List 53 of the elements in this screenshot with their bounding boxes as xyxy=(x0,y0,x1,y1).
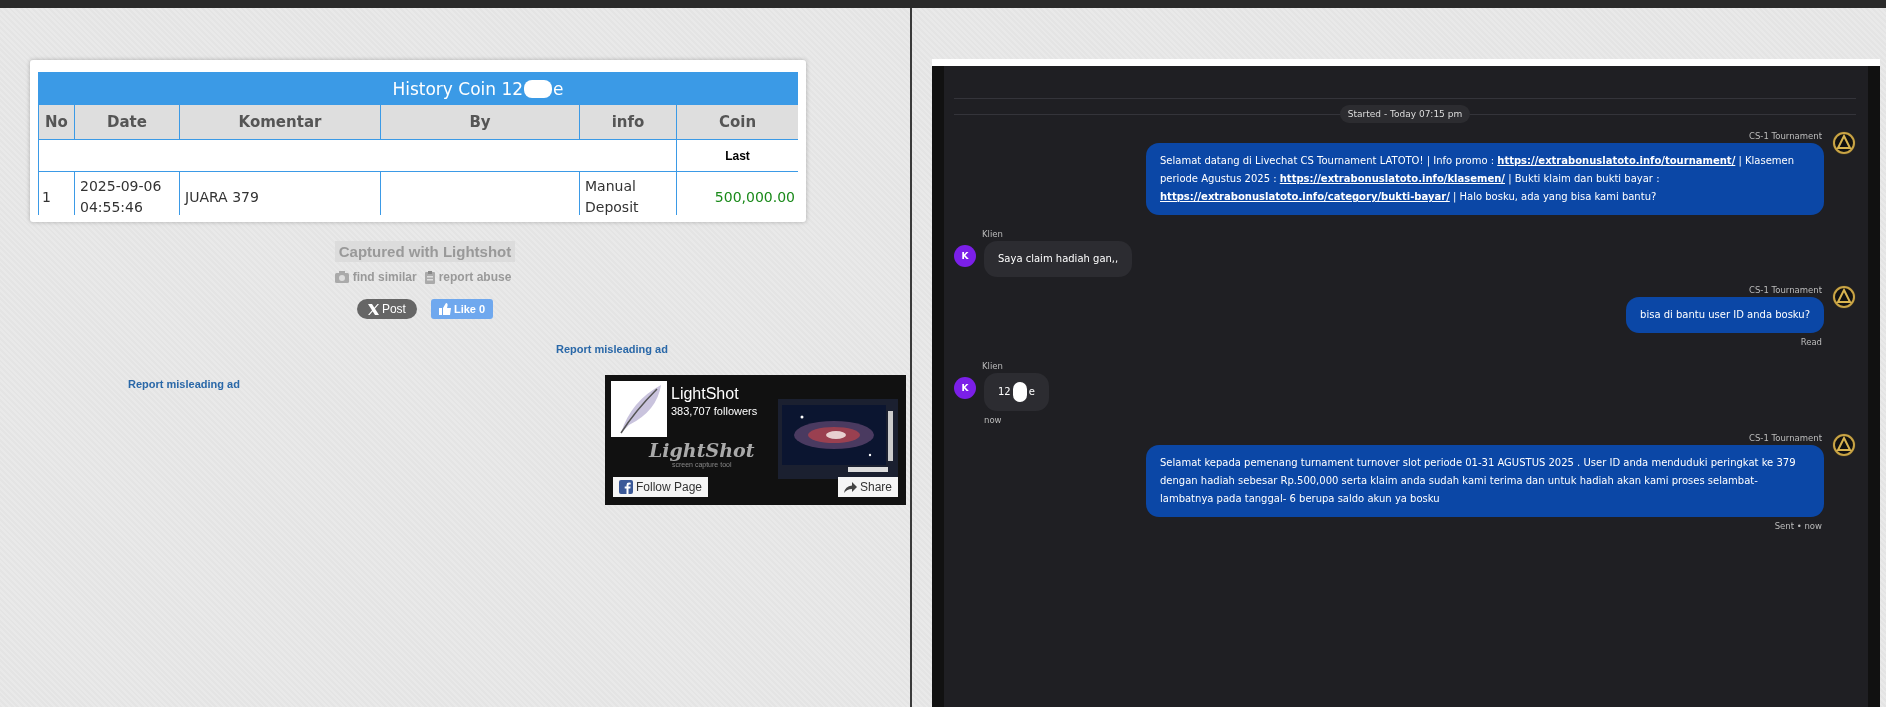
message-status: Read xyxy=(1800,337,1822,347)
column-header: Komentar xyxy=(180,105,381,140)
column-header: info xyxy=(580,105,677,140)
post-button[interactable]: Post xyxy=(356,299,417,319)
logo-text: LightShot xyxy=(649,439,755,461)
message-status: now xyxy=(984,415,1003,425)
page-name-link[interactable]: LightShot xyxy=(671,385,758,403)
session-started-label: Started - Today 07:15 pm xyxy=(1339,105,1471,123)
x-logo-icon xyxy=(367,303,379,315)
message-link[interactable]: https://extrabonuslatoto.info/category/bukti-bayar/ xyxy=(1160,191,1450,202)
column-header: By xyxy=(381,105,580,140)
column-header: Date xyxy=(75,105,180,140)
sender-name: CS-1 Tournament xyxy=(1749,131,1822,141)
table-cell: Manual Deposit xyxy=(580,172,677,215)
feather-logo-icon xyxy=(611,381,667,437)
sender-name: CS-1 Tournament xyxy=(1749,285,1822,295)
share-arrow-icon xyxy=(843,481,857,493)
report-ad-link[interactable]: Report misleading ad xyxy=(128,378,240,390)
message-link[interactable]: https://extrabonuslatoto.info/tournament/ xyxy=(1497,155,1736,166)
table-title-end: e xyxy=(553,78,564,99)
report-ad-link[interactable]: Report misleading ad xyxy=(556,343,668,355)
client-avatar: K xyxy=(954,377,976,399)
agent-avatar-icon xyxy=(1832,433,1856,457)
table-cell: 2025-09-06 04:55:46 xyxy=(75,172,180,215)
follow-page-button[interactable]: Follow Page xyxy=(613,477,709,497)
facebook-icon xyxy=(619,480,633,494)
sender-name: Klien xyxy=(982,229,1004,239)
message-text: bisa di bantu user ID anda bosku? xyxy=(1640,308,1810,322)
caption: Captured with Lightshot xyxy=(334,241,516,262)
follower-count: 383,707 followers xyxy=(671,405,758,417)
table-cell: 500,000.00 xyxy=(677,172,798,215)
camera-icon xyxy=(334,271,349,283)
table-cell: JUARA 379 xyxy=(180,172,381,215)
thumbs-up-icon xyxy=(438,303,451,315)
table-title: History Coin 12 xyxy=(392,78,524,99)
agent-avatar-icon xyxy=(1832,285,1856,309)
table-cell: Last xyxy=(677,140,798,172)
column-header: No xyxy=(39,105,75,140)
message-text: 12 e xyxy=(998,382,1035,402)
table-cell: 1 xyxy=(39,172,75,215)
agent-avatar-icon xyxy=(1832,131,1856,155)
message-text: Saya claim hadiah gan,, xyxy=(998,252,1119,266)
clipboard-icon xyxy=(424,270,435,284)
message-link[interactable]: https://extrabonuslatoto.info/klasemen/ xyxy=(1279,173,1505,184)
sender-name: Klien xyxy=(982,361,1004,371)
message-text: Selamat datang di Livechat CS Tournament LATOTO! | Info promo : https://extrabonuslatoto.info/tournament/ | Klasemen periode Agustus 2025 : https://extrabonuslatoto.info/klasemen/ | Bukti klaim dan bukti bayar : https://extrabonuslatoto.info/category/bukti-bayar/ | Halo bosku, ada yang bisa kami bantu? xyxy=(1160,154,1796,205)
column-header: Coin xyxy=(677,105,798,140)
redaction-mark xyxy=(524,79,553,98)
sender-name: CS-1 Tournament xyxy=(1749,433,1822,443)
message-status: Sent • now xyxy=(1774,521,1822,531)
client-avatar: K xyxy=(954,245,976,267)
share-button[interactable]: Share xyxy=(837,477,898,497)
message-text: Selamat kepada pemenang turnament turnover slot periode 01-31 AGUSTUS 2025 . User ID anda menduduki peringkat ke 379 dengan hadiah sebesar Rp.500,000 serta klaim anda sudah kami terima dan untuk hadiah akan kami proses selambat-lambatnya pada tanggal- 6 berupa saldo akun ya bosku xyxy=(1160,456,1797,506)
